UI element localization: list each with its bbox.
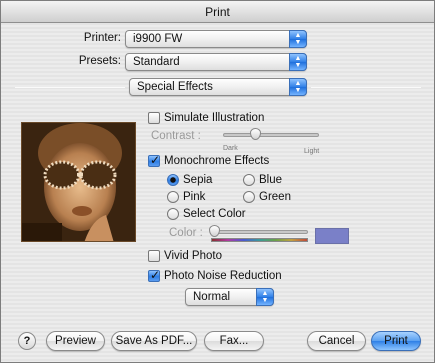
radio-sepia-label: Sepia [183, 174, 213, 186]
radio-pink[interactable]: Pink [167, 189, 205, 205]
window-title: Print [1, 1, 434, 23]
radio-green-label: Green [259, 191, 291, 203]
noise-level-popup[interactable]: Normal ▲ ▼ [185, 288, 274, 306]
radio-blue-label: Blue [259, 174, 283, 186]
radio-select-color-label: Select Color [183, 208, 246, 220]
monochrome-effects-label: Monochrome Effects [164, 155, 270, 167]
checkbox-icon [148, 112, 160, 124]
printer-value: i9900 FW [133, 33, 183, 45]
contrast-slider-thumb[interactable] [250, 128, 261, 140]
panel-popup[interactable]: Special Effects ▲ ▼ [129, 78, 307, 96]
save-as-pdf-button[interactable]: Save As PDF... [111, 331, 197, 351]
popup-arrows-icon: ▲ ▼ [289, 53, 307, 71]
preview-image [21, 122, 136, 242]
contrast-max-label: Light [304, 148, 320, 155]
contrast-min-label: Dark [223, 145, 238, 152]
popup-arrows-icon: ▲ ▼ [289, 78, 307, 96]
contrast-label: Contrast : [151, 130, 201, 142]
radio-icon [243, 174, 255, 186]
vivid-photo-checkbox[interactable]: Vivid Photo [148, 248, 222, 264]
child-photo-icon [22, 123, 135, 241]
noise-reduction-checkbox[interactable]: Photo Noise Reduction [148, 268, 282, 284]
color-slider-track[interactable] [211, 230, 308, 234]
radio-icon [243, 191, 255, 203]
fax-button[interactable]: Fax... [204, 331, 264, 351]
popup-arrows-icon: ▲ ▼ [289, 30, 307, 48]
radio-sepia[interactable]: Sepia [167, 172, 212, 188]
color-slider-thumb[interactable] [209, 225, 220, 237]
presets-value: Standard [133, 56, 180, 68]
printer-popup[interactable]: i9900 FW ▲ ▼ [125, 30, 307, 48]
radio-selected-icon [167, 174, 179, 186]
cancel-button[interactable]: Cancel [307, 331, 366, 351]
monochrome-effects-checkbox[interactable]: Monochrome Effects [148, 153, 269, 169]
radio-select-color[interactable]: Select Color [167, 206, 246, 222]
preview-button[interactable]: Preview [46, 331, 105, 351]
print-button[interactable]: Print [371, 331, 421, 351]
help-button[interactable]: ? [18, 332, 36, 350]
separator-right [311, 87, 421, 88]
noise-level-value: Normal [193, 291, 231, 303]
radio-blue[interactable]: Blue [243, 172, 282, 188]
simulate-illustration-label: Simulate Illustration [164, 112, 265, 124]
presets-popup[interactable]: Standard ▲ ▼ [125, 53, 307, 71]
presets-label: Presets: [78, 55, 121, 67]
popup-arrows-icon: ▲ ▼ [256, 288, 274, 306]
print-dialog: Print Printer: i9900 FW ▲ ▼ Presets: Stan… [0, 0, 435, 363]
noise-reduction-label: Photo Noise Reduction [164, 270, 282, 282]
panel-value: Special Effects [137, 81, 213, 93]
radio-icon [167, 191, 179, 203]
color-swatch [315, 228, 349, 244]
radio-green[interactable]: Green [243, 189, 291, 205]
color-label: Color : [169, 227, 203, 239]
radio-icon [167, 208, 179, 220]
printer-label: Printer: [83, 32, 121, 44]
checkbox-icon [148, 250, 160, 262]
radio-pink-label: Pink [183, 191, 206, 203]
contrast-slider-track[interactable] [223, 133, 319, 137]
color-gradient-bar [211, 238, 308, 242]
separator-left [15, 87, 125, 88]
vivid-photo-label: Vivid Photo [164, 250, 222, 262]
simulate-illustration-checkbox[interactable]: Simulate Illustration [148, 110, 264, 126]
checkbox-checked-icon [148, 268, 160, 282]
checkbox-checked-icon [148, 153, 160, 167]
